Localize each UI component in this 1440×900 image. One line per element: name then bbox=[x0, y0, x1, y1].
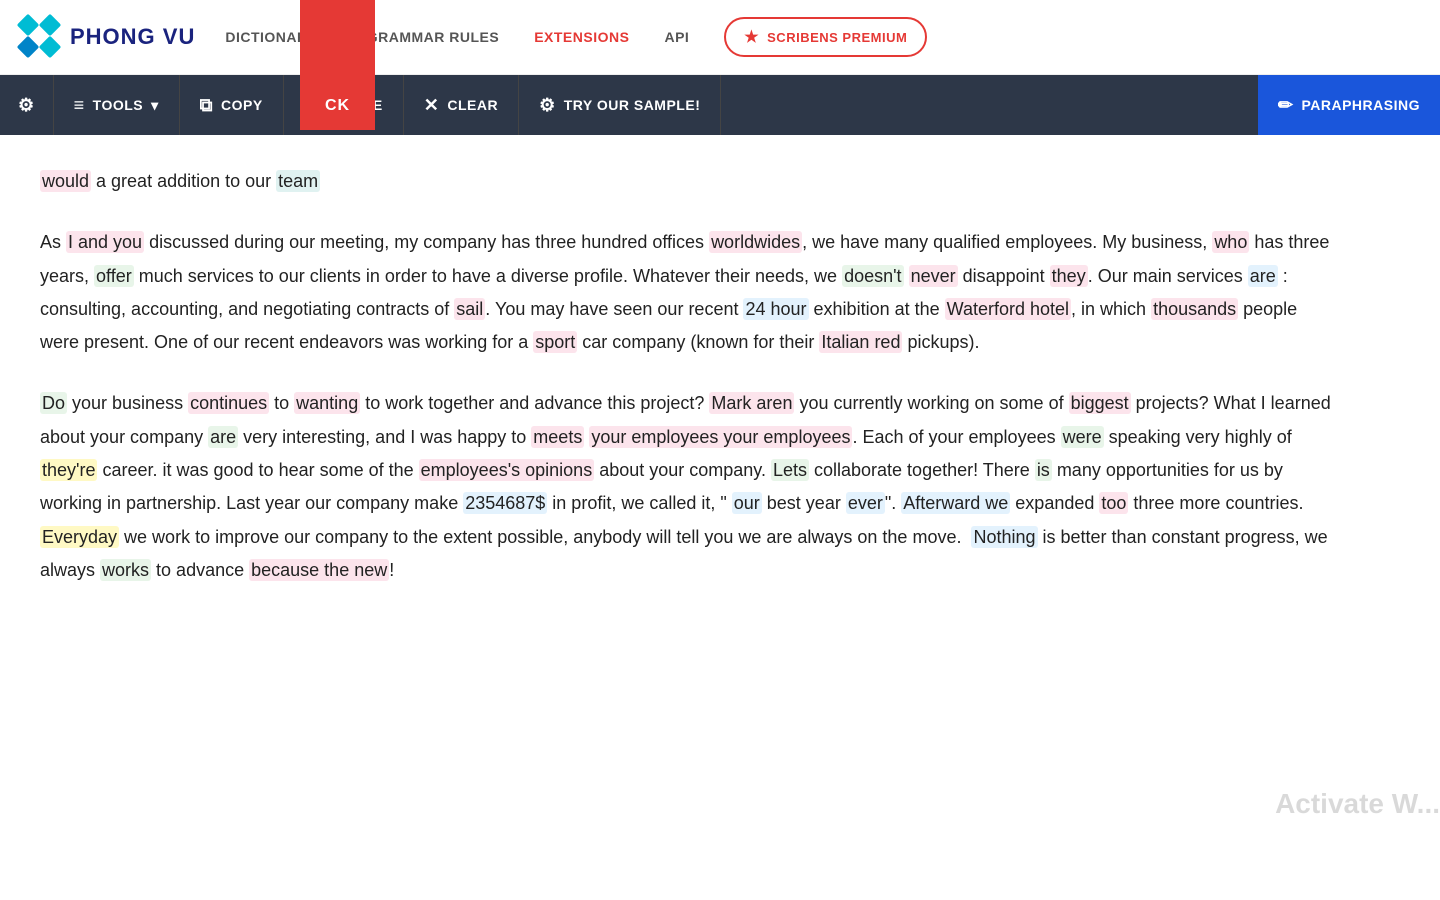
highlight-sail[interactable]: sail bbox=[454, 298, 485, 320]
highlight-is[interactable]: is bbox=[1035, 459, 1052, 481]
highlight-team[interactable]: team bbox=[276, 170, 320, 192]
highlight-meets[interactable]: meets bbox=[531, 426, 584, 448]
highlight-offer[interactable]: offer bbox=[94, 265, 134, 287]
highlight-wanting[interactable]: wanting bbox=[294, 392, 360, 414]
highlight-are-2[interactable]: are bbox=[208, 426, 238, 448]
menu-icon: ≡ bbox=[74, 95, 85, 116]
highlight-everyday[interactable]: Everyday bbox=[40, 526, 119, 548]
diamond-2 bbox=[38, 14, 61, 37]
highlight-worldwides[interactable]: worldwides bbox=[709, 231, 802, 253]
settings-icon: ⚙ bbox=[18, 95, 35, 116]
highlight-24hour[interactable]: 24 hour bbox=[743, 298, 808, 320]
tools-chevron-icon: ▾ bbox=[151, 97, 159, 114]
diamond-4 bbox=[38, 35, 61, 58]
red-dropdown[interactable]: CK bbox=[300, 0, 375, 130]
highlight-would[interactable]: would bbox=[40, 170, 91, 192]
toolbar: ⚙ ≡ TOOLS ▾ ⧉ COPY 📋 PASTE ✕ CLEAR ⚙ TRY… bbox=[0, 75, 1440, 135]
clear-label: CLEAR bbox=[447, 97, 498, 113]
paragraph-2: Do your business continues to wanting to… bbox=[40, 387, 1340, 587]
highlight-sport[interactable]: sport bbox=[533, 331, 577, 353]
highlight-nothing[interactable]: Nothing bbox=[971, 526, 1037, 548]
activate-watermark: Activate W... bbox=[1275, 788, 1440, 820]
highlight-never[interactable]: never bbox=[909, 265, 958, 287]
highlight-continues[interactable]: continues bbox=[188, 392, 269, 414]
highlight-are-1[interactable]: are bbox=[1248, 265, 1278, 287]
highlight-mark-aren[interactable]: Mark aren bbox=[709, 392, 794, 414]
sample-label: TRY OUR SAMPLE! bbox=[564, 97, 701, 113]
red-dropdown-label: CK bbox=[325, 97, 350, 115]
copy-button[interactable]: ⧉ COPY bbox=[180, 75, 284, 135]
content-area: would a great addition to our team As I … bbox=[0, 135, 1380, 645]
highlight-because-new[interactable]: because the new bbox=[249, 559, 389, 581]
highlight-waterford[interactable]: Waterford hotel bbox=[945, 298, 1071, 320]
highlight-theyre[interactable]: they're bbox=[40, 459, 97, 481]
sample-button[interactable]: ⚙ TRY OUR SAMPLE! bbox=[519, 75, 721, 135]
sample-icon: ⚙ bbox=[539, 95, 556, 116]
tools-label: TOOLS bbox=[93, 97, 143, 113]
nav-grammar-rules[interactable]: GRAMMAR RULES bbox=[367, 29, 500, 45]
highlight-too[interactable]: too bbox=[1099, 492, 1128, 514]
premium-label: SCRIBENS PREMIUM bbox=[767, 30, 907, 45]
highlight-biggest[interactable]: biggest bbox=[1069, 392, 1131, 414]
diamond-1 bbox=[17, 14, 40, 37]
highlight-doesnt[interactable]: doesn't bbox=[842, 265, 903, 287]
paragraph-intro: would a great addition to our team bbox=[40, 165, 1340, 198]
diamond-3 bbox=[17, 35, 40, 58]
highlight-lets[interactable]: Lets bbox=[771, 459, 809, 481]
logo-text: PHONG VU bbox=[70, 24, 195, 50]
nav-extensions[interactable]: EXTENSIONS bbox=[534, 29, 629, 45]
paraphrase-icon: ✏ bbox=[1278, 95, 1294, 116]
highlight-who[interactable]: who bbox=[1212, 231, 1249, 253]
main-nav: DICTIONARIES GRAMMAR RULES EXTENSIONS AP… bbox=[225, 17, 1420, 57]
star-icon: ★ bbox=[744, 27, 759, 47]
tools-button[interactable]: ≡ TOOLS ▾ bbox=[54, 75, 180, 135]
highlight-works[interactable]: works bbox=[100, 559, 151, 581]
highlight-employeess[interactable]: employees's opinions bbox=[419, 459, 595, 481]
phongvu-logo-icon bbox=[20, 17, 60, 57]
nav-api[interactable]: API bbox=[664, 29, 689, 45]
highlight-italian-red[interactable]: Italian red bbox=[819, 331, 902, 353]
settings-button[interactable]: ⚙ bbox=[0, 75, 54, 135]
highlight-thousands[interactable]: thousands bbox=[1151, 298, 1238, 320]
highlight-our[interactable]: our bbox=[732, 492, 762, 514]
premium-button[interactable]: ★ SCRIBENS PREMIUM bbox=[724, 17, 927, 57]
paraphrasing-button[interactable]: ✏ PARAPHRASING bbox=[1258, 75, 1440, 135]
highlight-afterward[interactable]: Afterward we bbox=[901, 492, 1010, 514]
highlight-they[interactable]: they bbox=[1050, 265, 1088, 287]
intro-text-1: would a great addition to our team bbox=[40, 170, 320, 192]
copy-label: COPY bbox=[221, 97, 263, 113]
paragraph-1: As I and you discussed during our meetin… bbox=[40, 226, 1340, 359]
logo-area: PHONG VU bbox=[20, 17, 195, 57]
highlight-amount[interactable]: 2354687$ bbox=[463, 492, 547, 514]
header: CK PHONG VU DICTIONARIES GRAMMAR RULES E… bbox=[0, 0, 1440, 75]
highlight-ever[interactable]: ever bbox=[846, 492, 885, 514]
highlight-i-and-you[interactable]: I and you bbox=[66, 231, 144, 253]
highlight-do[interactable]: Do bbox=[40, 392, 67, 414]
highlight-your-employees[interactable]: your employees your employees bbox=[589, 426, 852, 448]
clear-button[interactable]: ✕ CLEAR bbox=[404, 75, 519, 135]
copy-icon: ⧉ bbox=[200, 95, 213, 116]
highlight-were[interactable]: were bbox=[1061, 426, 1104, 448]
paraphrase-label: PARAPHRASING bbox=[1301, 97, 1420, 113]
clear-icon: ✕ bbox=[424, 95, 440, 116]
